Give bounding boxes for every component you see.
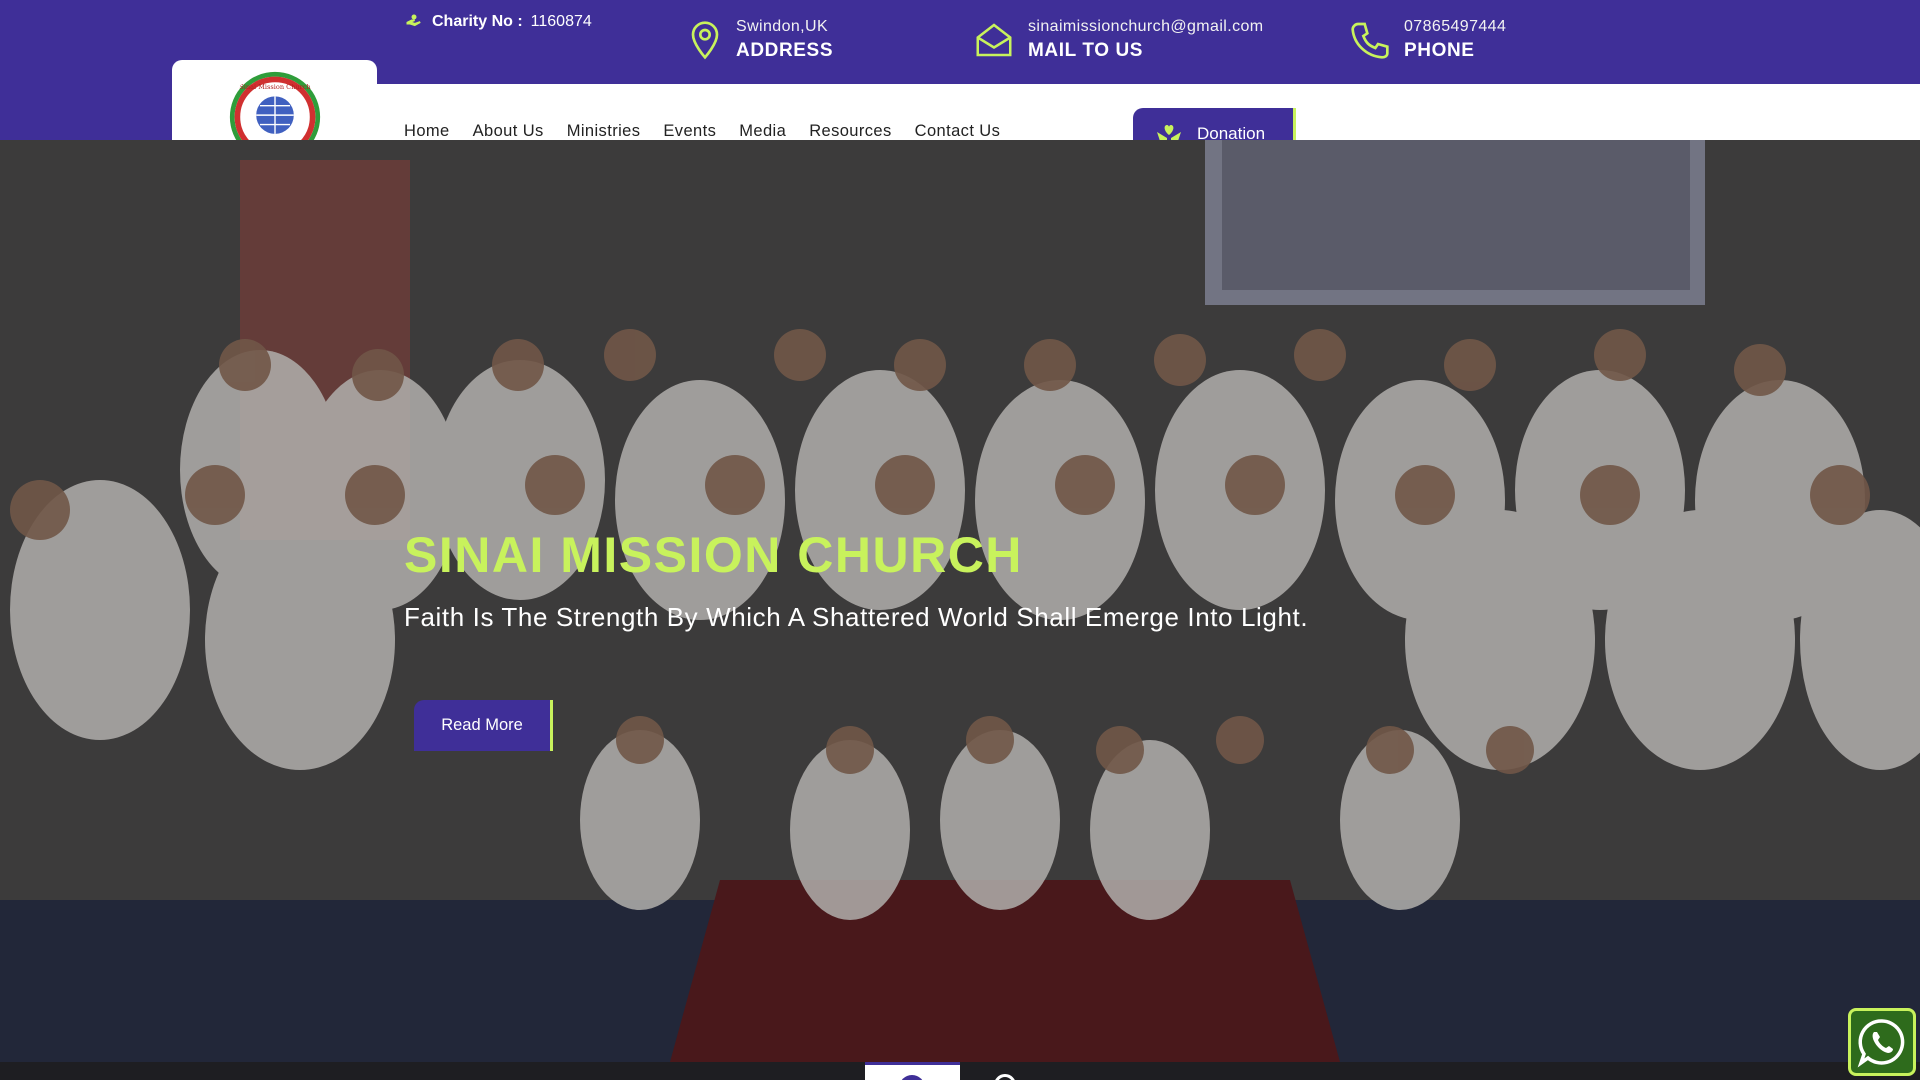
whatsapp-button[interactable]	[1848, 1008, 1916, 1076]
charity-label: Charity No :	[432, 13, 523, 30]
whatsapp-icon	[1857, 1019, 1905, 1068]
phone-icon	[1351, 22, 1389, 59]
slider-active-dot[interactable]	[899, 1075, 925, 1080]
phone-block[interactable]: 07865497444 PHONE	[1350, 18, 1506, 62]
nav-home[interactable]: Home	[404, 122, 450, 141]
nav-resources[interactable]: Resources	[809, 122, 891, 141]
mail-label: MAIL TO US	[1028, 40, 1144, 61]
hero-title: SINAI MISSION CHURCH	[404, 527, 1023, 583]
nav-ministries[interactable]: Ministries	[567, 122, 641, 141]
location-pin-icon	[691, 21, 719, 60]
mail-block[interactable]: sinaimissionchurch@gmail.com MAIL TO US	[974, 18, 1264, 62]
mail-value[interactable]: sinaimissionchurch@gmail.com	[1028, 18, 1264, 36]
navbar-left-fill	[0, 84, 172, 140]
logo-arc-text: Sinai Mission Church	[239, 83, 311, 91]
phone-label: PHONE	[1404, 40, 1475, 61]
hero-banner: SINAI MISSION CHURCH Faith Is The Streng…	[0, 140, 1920, 1062]
envelope-icon	[976, 23, 1012, 57]
address-value: Swindon,UK	[736, 18, 829, 35]
primary-nav: Home About Us Ministries Events Media Re…	[404, 122, 1023, 141]
hero-subtitle: Faith Is The Strength By Which A Shatter…	[404, 602, 1309, 632]
charity-number: Charity No : 1160874	[404, 12, 592, 32]
nav-contact-us[interactable]: Contact Us	[915, 122, 1001, 141]
nav-about-us[interactable]: About Us	[473, 122, 544, 141]
address-block: Swindon,UK ADDRESS	[688, 18, 833, 62]
donation-hand-icon	[406, 14, 421, 27]
read-more-button[interactable]: Read More	[414, 700, 553, 751]
charity-value: 1160874	[530, 13, 592, 30]
address-label: ADDRESS	[736, 40, 834, 61]
nav-media[interactable]: Media	[739, 122, 786, 141]
slider-active-tab[interactable]	[865, 1062, 960, 1080]
hero-dark-overlay	[0, 140, 1920, 1062]
slider-control-strip	[0, 1062, 1920, 1080]
nav-events[interactable]: Events	[663, 122, 716, 141]
phone-value[interactable]: 07865497444	[1404, 18, 1506, 36]
